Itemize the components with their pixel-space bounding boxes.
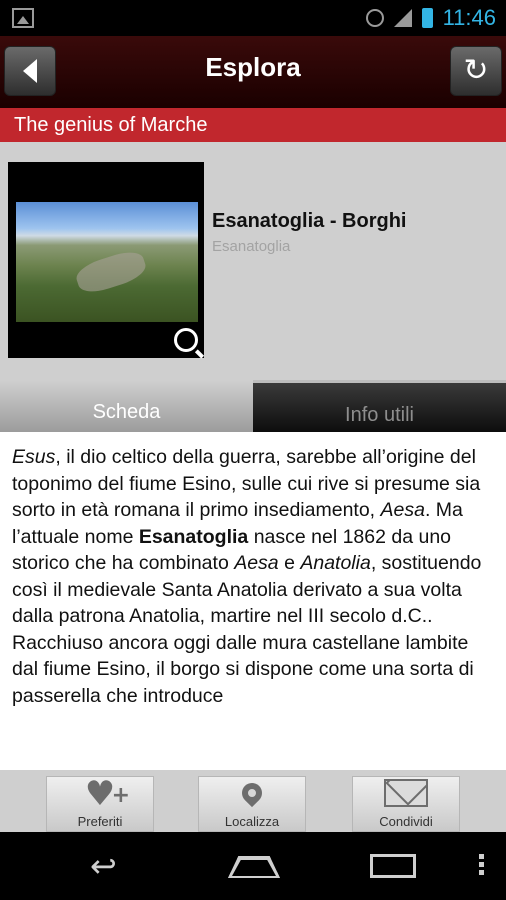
status-bar: 11:46 [0, 0, 506, 36]
zoom-icon[interactable] [174, 328, 198, 352]
status-time: 11:46 [442, 5, 496, 30]
text-segment: Anatolia [300, 552, 371, 574]
share-label: Condividi [379, 814, 433, 829]
alarm-icon [365, 9, 384, 27]
map-pin-icon [237, 778, 267, 808]
favorites-button[interactable]: ♥ + Preferiti [46, 776, 154, 832]
description-content: Esus, il dio celtico della guerra, sareb… [0, 432, 506, 770]
text-segment: Esanatoglia [138, 525, 249, 548]
text-segment: e [278, 552, 301, 574]
system-nav-bar: ↩ [0, 832, 506, 900]
locate-button[interactable]: Localizza [198, 776, 306, 832]
tab-scheda[interactable]: Scheda [0, 380, 253, 432]
favorites-label: Preferiti [77, 814, 123, 829]
bottom-toolbar: ♥ + Preferiti Localizza Condividi [0, 770, 506, 832]
locate-label: Localizza [224, 814, 280, 829]
tab-info-utili[interactable]: Info utili [253, 380, 506, 432]
battery-icon [421, 8, 433, 28]
back-icon[interactable]: ↩ [90, 850, 117, 882]
landscape-photo [16, 202, 198, 322]
heart-add-icon: ♥ + [84, 774, 130, 814]
status-icons: 11:46 [365, 4, 496, 32]
poi-subtitle: Esanatoglia [212, 238, 291, 255]
menu-icon[interactable] [479, 854, 484, 859]
page-title: Esplora [205, 52, 301, 82]
refresh-icon: ↻ [463, 53, 489, 88]
tab-bar: Scheda Info utili [0, 380, 506, 432]
image-icon [12, 8, 34, 28]
envelope-icon [384, 779, 428, 807]
poi-title: Esanatoglia - Borghi [212, 210, 407, 232]
description-text: Esus, il dio celtico della guerra, sareb… [0, 432, 506, 709]
share-button[interactable]: Condividi [352, 776, 460, 832]
refresh-button[interactable]: ↻ [450, 46, 502, 96]
action-bar: Esplora ↻ [0, 36, 506, 108]
signal-icon [393, 9, 412, 27]
recent-apps-icon[interactable] [370, 854, 416, 878]
text-segment: Racchiuso ancora oggi dalle mura castell… [12, 631, 474, 707]
text-segment: Aesa [380, 499, 425, 521]
category-header: The genius of Marche [0, 108, 506, 142]
text-segment: Aesa [234, 552, 279, 574]
text-segment: Esus [12, 446, 56, 468]
poi-header: Esanatoglia - Borghi Esanatoglia [0, 142, 506, 380]
poi-thumbnail[interactable] [8, 162, 204, 358]
